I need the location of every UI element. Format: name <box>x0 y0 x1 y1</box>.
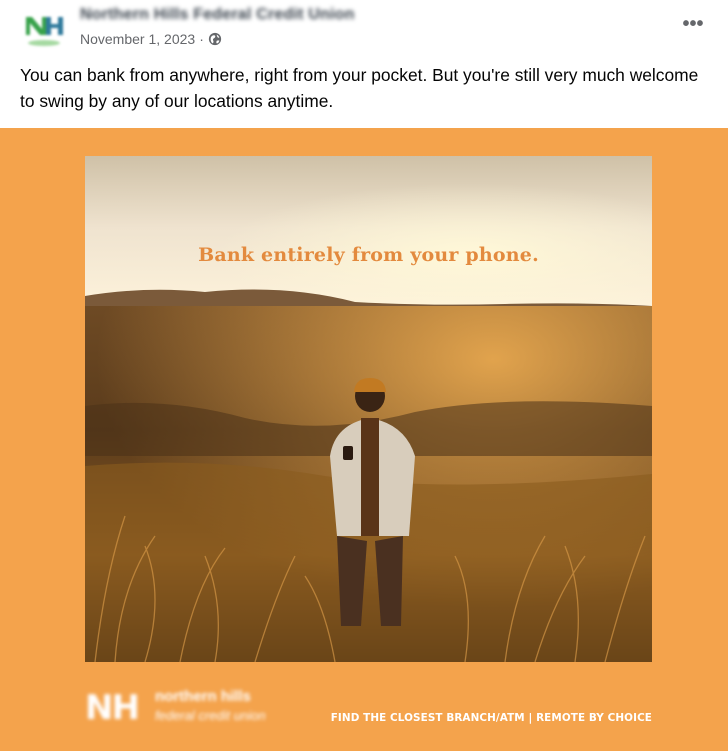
ad-footer-cta: FIND THE CLOSEST BRANCH/ATM | REMOTE BY … <box>330 712 652 724</box>
brand-logo-subtitle: federal credit union <box>155 708 266 723</box>
post-meta: November 1, 2023 · <box>80 31 222 47</box>
nh-logo-icon <box>20 7 68 49</box>
globe-icon[interactable] <box>208 32 222 46</box>
page-name-link[interactable]: Northern Hills Federal Credit Union <box>80 6 355 24</box>
ad-creative[interactable]: Bank entirely from your phone. NH northe… <box>0 128 728 751</box>
post-date[interactable]: November 1, 2023 <box>80 31 195 47</box>
meta-separator: · <box>199 31 204 47</box>
post-caption: You can bank from anywhere, right from y… <box>20 65 699 111</box>
brand-logo-name: northern hills <box>155 688 251 705</box>
post-header: Northern Hills Federal Credit Union Nove… <box>0 0 728 60</box>
ad-headline: Bank entirely from your phone. <box>198 244 539 266</box>
page-avatar[interactable] <box>20 7 68 49</box>
brand-logo: NH northern hills federal credit union <box>85 684 305 734</box>
brand-logo-mark: NH <box>85 688 140 728</box>
ad-photo: Bank entirely from your phone. <box>85 156 652 662</box>
more-options-icon[interactable]: ••• <box>680 13 706 35</box>
field-scene-image <box>85 156 652 662</box>
facebook-post: Northern Hills Federal Credit Union Nove… <box>0 0 728 751</box>
